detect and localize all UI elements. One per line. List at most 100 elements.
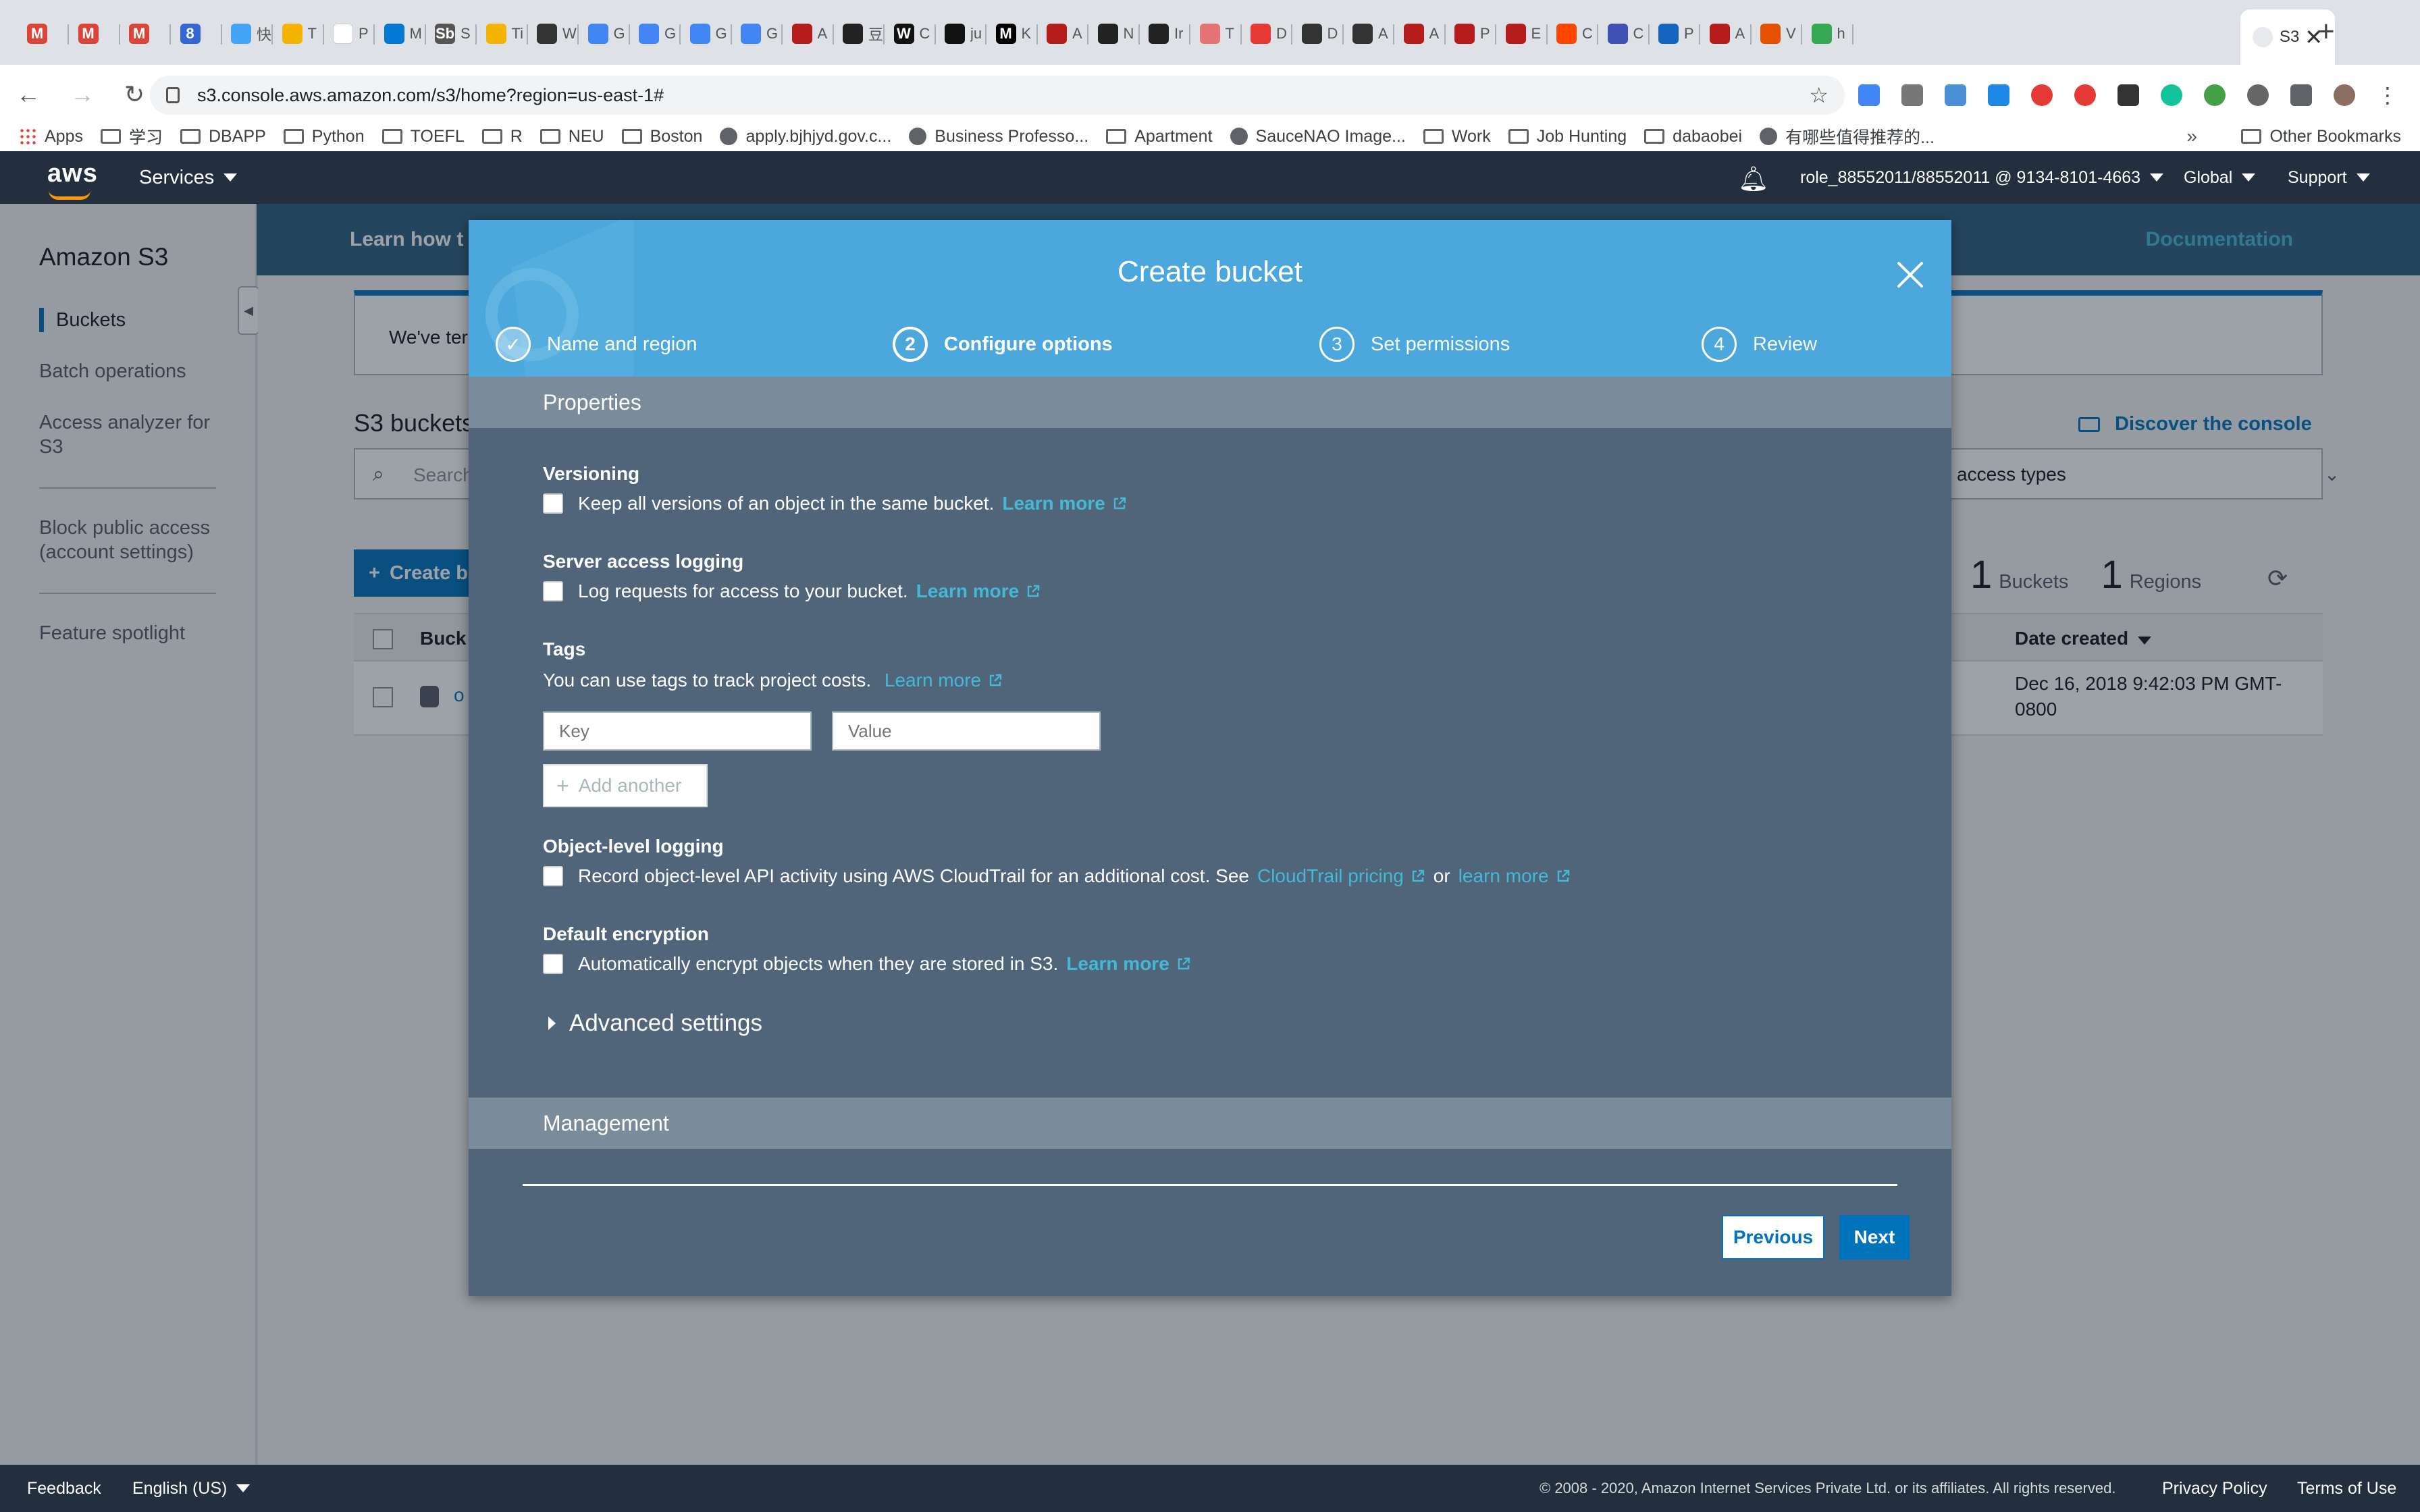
object-level-logging-checkbox[interactable]	[543, 866, 563, 886]
browser-tab[interactable]: P	[1446, 12, 1496, 55]
browser-tab[interactable]: D	[1294, 12, 1344, 55]
services-menu[interactable]: Services	[139, 151, 238, 204]
browser-tab[interactable]: C	[1600, 12, 1650, 55]
bookmark-item[interactable]: Python	[283, 127, 365, 146]
bookmark-item[interactable]: Boston	[621, 127, 702, 146]
next-button[interactable]: Next	[1839, 1215, 1910, 1260]
browser-tab[interactable]: G	[580, 12, 630, 55]
account-menu[interactable]: role_88552011/88552011 @ 9134-8101-4663	[1800, 151, 2164, 204]
add-another-tag-button[interactable]: + Add another	[543, 764, 708, 807]
step-review[interactable]: 4 Review	[1702, 327, 1817, 362]
browser-tab[interactable]: P	[1650, 12, 1700, 55]
encryption-learn-more-link[interactable]: Learn more	[1066, 953, 1191, 975]
browser-tab[interactable]: Sb S	[427, 12, 477, 55]
browser-tab[interactable]: V	[1752, 12, 1802, 55]
grammarly-extension-icon[interactable]	[2161, 84, 2182, 106]
bookmark-item[interactable]: DBAPP	[180, 127, 266, 146]
browser-tab[interactable]: Ti	[478, 12, 528, 55]
browser-tab[interactable]: C	[1548, 12, 1598, 55]
forward-icon[interactable]: →	[70, 80, 95, 109]
puzzle-extensions-icon[interactable]	[2290, 84, 2312, 106]
browser-tab[interactable]: A	[1702, 12, 1752, 55]
default-encryption-checkbox[interactable]	[543, 954, 563, 974]
privacy-policy-link[interactable]: Privacy Policy	[2162, 1465, 2267, 1512]
server-access-logging-checkbox[interactable]	[543, 581, 563, 601]
browser-tab[interactable]: 豆	[835, 12, 885, 55]
bookmark-item[interactable]: 学习	[100, 124, 163, 148]
tag-value-input[interactable]	[832, 711, 1101, 751]
bookmark-item[interactable]: Apartment	[1106, 127, 1213, 146]
versioning-checkbox[interactable]	[543, 493, 563, 514]
browser-tab[interactable]: ju	[937, 12, 987, 55]
browser-tab[interactable]: W	[529, 12, 579, 55]
browser-tab[interactable]: P	[325, 12, 375, 55]
bookmark-item[interactable]: dabaobei	[1644, 127, 1742, 146]
bookmark-item[interactable]: Apps	[19, 127, 83, 146]
reload-icon[interactable]: ↻	[124, 80, 144, 109]
feedback-link[interactable]: Feedback	[27, 1465, 101, 1512]
green-extension-icon[interactable]	[2204, 84, 2226, 106]
bookmark-item[interactable]: Work	[1423, 127, 1491, 146]
back-icon[interactable]: ←	[16, 80, 41, 109]
new-tab-button[interactable]: +	[2317, 15, 2335, 49]
notifications-bell-icon[interactable]: 🔔︎	[1738, 165, 1769, 193]
translate-extension-icon[interactable]	[1858, 84, 1880, 106]
browser-tab[interactable]: 快	[223, 12, 273, 55]
power-extension-icon[interactable]	[2031, 84, 2053, 106]
more-bookmarks-chevron-icon[interactable]: »	[2186, 116, 2197, 157]
browser-tab[interactable]: G	[682, 12, 732, 55]
logging-learn-more-link[interactable]: Learn more	[916, 580, 1041, 602]
browser-tab[interactable]: 8	[172, 12, 222, 55]
other-bookmarks-folder[interactable]: Other Bookmarks	[2241, 116, 2401, 157]
browser-tab[interactable]: MK	[988, 12, 1038, 55]
language-selector[interactable]: English (US)	[132, 1465, 251, 1512]
browser-tab[interactable]: G	[631, 12, 681, 55]
browser-tab[interactable]: A	[784, 12, 834, 55]
bookmark-item[interactable]: TOEFL	[382, 127, 465, 146]
bookmark-item[interactable]: SauceNAO Image...	[1230, 127, 1406, 146]
address-bar[interactable]: s3.console.aws.amazon.com/s3/home?region…	[150, 76, 1845, 115]
bookmark-item[interactable]: Job Hunting	[1508, 127, 1627, 146]
browser-tab[interactable]: T	[274, 12, 324, 55]
bookmark-item[interactable]: Business Professo...	[909, 127, 1088, 146]
bookmark-item[interactable]: 有哪些值得推荐的...	[1760, 124, 1935, 148]
browser-tab[interactable]: A	[1396, 12, 1446, 55]
tags-learn-more-link[interactable]: Learn more	[885, 670, 1003, 691]
object-logging-learn-more-link[interactable]: learn more	[1458, 865, 1571, 887]
support-menu[interactable]: Support	[2288, 151, 2370, 204]
bookmark-item[interactable]: apply.bjhjyd.gov.c...	[720, 127, 891, 146]
lightbulb-extension-icon[interactable]	[1901, 84, 1923, 106]
browser-menu-icon[interactable]: ⋮	[2377, 82, 2398, 108]
versioning-learn-more-link[interactable]: Learn more	[1002, 493, 1127, 514]
step-configure-options[interactable]: 2 Configure options	[893, 327, 1113, 362]
browser-tab[interactable]: N	[1090, 12, 1140, 55]
bookmark-star-icon[interactable]: ☆	[1809, 82, 1829, 108]
step-set-permissions[interactable]: 3 Set permissions	[1319, 327, 1510, 362]
advanced-settings-toggle[interactable]: Advanced settings	[548, 1010, 762, 1037]
browser-tab[interactable]: M	[19, 12, 69, 55]
previous-button[interactable]: Previous	[1722, 1215, 1824, 1260]
browser-tab[interactable]: WC	[886, 12, 936, 55]
bookmark-item[interactable]: NEU	[540, 127, 604, 146]
browser-tab[interactable]: M	[376, 12, 426, 55]
region-menu[interactable]: Global	[2184, 151, 2256, 204]
aws-logo[interactable]: aws	[47, 159, 98, 200]
browser-tab[interactable]: M	[70, 12, 120, 55]
browser-tab[interactable]: M	[121, 12, 171, 55]
browser-tab[interactable]: G	[733, 12, 783, 55]
browser-tab[interactable]: T	[1192, 12, 1242, 55]
browser-tab[interactable]: Ir	[1140, 12, 1190, 55]
tag-key-input[interactable]	[543, 711, 812, 751]
profile-avatar[interactable]	[2334, 84, 2355, 106]
lock-icon[interactable]	[166, 87, 180, 103]
sb-extension-icon[interactable]	[2247, 84, 2269, 106]
x-extension-icon[interactable]	[2118, 84, 2139, 106]
adblock-extension-icon[interactable]	[2074, 84, 2096, 106]
browser-tab[interactable]: D	[1242, 12, 1292, 55]
calendar-extension-icon[interactable]	[1945, 84, 1966, 106]
browser-tab[interactable]: h	[1804, 12, 1853, 55]
step-name-and-region[interactable]: ✓ Name and region	[496, 327, 697, 362]
cloudtrail-pricing-link[interactable]: CloudTrail pricing	[1257, 865, 1425, 887]
reader-extension-icon[interactable]	[1988, 84, 2009, 106]
bookmark-item[interactable]: R	[481, 127, 523, 146]
